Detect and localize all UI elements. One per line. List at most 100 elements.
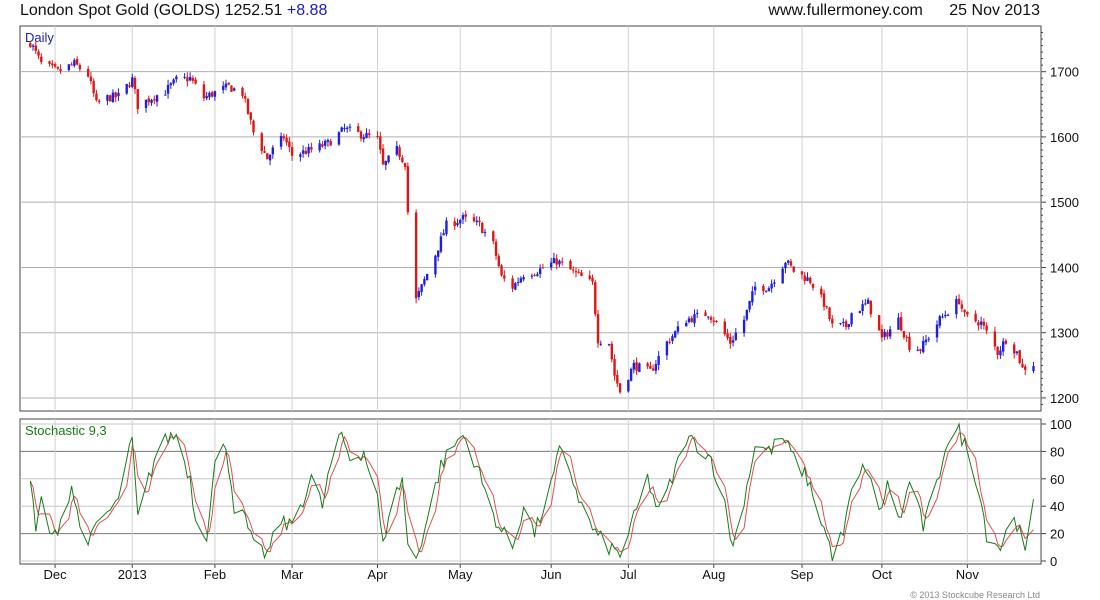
candle-body	[715, 321, 718, 323]
candle-body	[213, 91, 217, 97]
candle-body	[461, 215, 465, 220]
price-candle	[481, 221, 484, 234]
candle-body	[48, 61, 51, 64]
candle-body	[897, 317, 900, 330]
candle-body	[866, 299, 870, 304]
candle-body	[519, 278, 523, 283]
candle-body	[764, 290, 768, 292]
candle-body	[494, 241, 498, 256]
price-candle	[596, 309, 600, 348]
candle-body	[425, 274, 429, 281]
candle-body	[957, 298, 961, 305]
candle-body	[175, 76, 178, 80]
candle-body	[594, 282, 597, 315]
candle-body	[762, 285, 765, 292]
candle-body	[183, 76, 186, 78]
candle-body	[202, 84, 206, 99]
candle-body	[285, 137, 288, 143]
candle-body	[552, 258, 556, 264]
candle-body	[169, 83, 173, 86]
candle-body	[478, 220, 481, 223]
candle-body	[252, 120, 255, 133]
candle-body	[726, 333, 729, 339]
candle-body	[712, 320, 715, 322]
candle-body	[869, 300, 873, 315]
candle-body	[572, 269, 575, 271]
candle-body	[770, 283, 773, 289]
stochastic-panel-label: Stochastic 9,3	[25, 423, 107, 438]
price-candle	[337, 131, 341, 146]
x-tick-label: 2013	[118, 567, 147, 582]
candle-body	[78, 65, 82, 70]
price-candle	[828, 306, 831, 322]
candle-body	[781, 268, 784, 284]
price-candle	[673, 330, 677, 339]
candle-body	[456, 222, 459, 226]
candle-body	[34, 45, 37, 51]
candle-body	[599, 343, 602, 345]
candle-body	[977, 322, 980, 326]
candle-body	[693, 314, 696, 324]
candle-body	[839, 322, 842, 324]
candle-body	[638, 363, 641, 372]
candle-body	[348, 126, 352, 128]
candle-body	[131, 77, 134, 87]
candle-body	[1018, 350, 1021, 364]
stochastic-y-tick-label: 100	[1050, 417, 1072, 432]
candle-body	[365, 133, 368, 139]
candle-body	[690, 318, 693, 322]
candle-body	[919, 349, 922, 351]
candle-body	[268, 155, 272, 161]
candle-body	[944, 315, 947, 317]
candle-body	[304, 151, 308, 155]
candle-body	[186, 77, 189, 82]
candle-body	[530, 275, 534, 277]
candle-body	[560, 261, 564, 263]
candle-body	[809, 278, 812, 283]
candle-body	[591, 277, 594, 282]
candle-body	[646, 363, 649, 367]
candle-body	[935, 324, 939, 338]
candle-body	[847, 324, 851, 327]
candle-body	[800, 271, 804, 275]
candle-body	[773, 282, 776, 284]
candle-body	[1001, 341, 1005, 352]
candle-body	[522, 277, 525, 280]
candle-body	[56, 67, 60, 69]
candle-body	[188, 76, 192, 81]
price-candle	[627, 379, 630, 393]
price-panel-label: Daily	[25, 30, 54, 45]
stochastic-y-axis: 100 80 60 40 20 0	[1041, 417, 1072, 569]
candle-body	[671, 336, 674, 342]
candle-body	[379, 136, 382, 150]
copyright-notice: © 2013 Stockcube Research Ltd	[910, 590, 1040, 600]
candle-body	[464, 214, 467, 217]
price-candle	[414, 209, 418, 304]
candle-body	[828, 307, 831, 320]
candle-body	[811, 284, 815, 288]
candle-body	[500, 265, 503, 276]
candle-body	[241, 87, 244, 96]
candle-body	[580, 272, 583, 277]
candle-body	[607, 344, 611, 346]
candle-body	[916, 349, 919, 351]
candle-body	[95, 93, 98, 101]
candle-body	[191, 77, 195, 81]
candle-body	[927, 338, 930, 340]
candle-body	[966, 311, 969, 315]
candle-body	[1004, 340, 1008, 344]
candle-body	[346, 127, 349, 129]
stochastic-y-tick-label: 0	[1050, 554, 1057, 569]
candle-body	[59, 69, 62, 72]
candle-body	[902, 331, 906, 338]
candle-body	[153, 99, 156, 101]
candle-body	[627, 380, 630, 392]
candle-body	[729, 336, 732, 344]
candle-body	[858, 311, 862, 314]
candle-body	[420, 284, 423, 292]
candle-body	[442, 233, 445, 236]
x-tick-label: Aug	[702, 567, 725, 582]
candle-body	[221, 86, 225, 91]
candle-body	[789, 261, 793, 266]
candle-body	[822, 293, 826, 307]
